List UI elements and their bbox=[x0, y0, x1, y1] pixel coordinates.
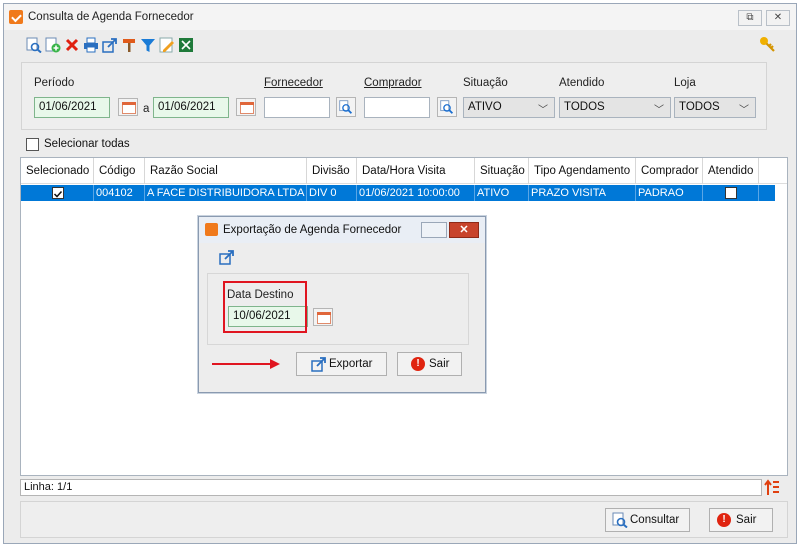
a-label: a bbox=[143, 103, 150, 115]
dialog-sair-button[interactable]: ! Sair bbox=[397, 352, 462, 376]
cell-divisao: DIV 0 bbox=[307, 185, 357, 201]
search-icon bbox=[612, 512, 628, 528]
comprador-input[interactable] bbox=[364, 97, 430, 118]
grid-header: Selecionado Código Razão Social Divisão … bbox=[21, 158, 787, 184]
comprador-search-icon[interactable] bbox=[437, 97, 457, 117]
window-title: Consulta de Agenda Fornecedor bbox=[28, 11, 194, 23]
column-header-data-hora[interactable]: Data/Hora Visita bbox=[357, 158, 475, 184]
situacao-select[interactable]: ATIVO ﹀ bbox=[463, 97, 555, 118]
consultar-button[interactable]: Consultar bbox=[605, 508, 690, 532]
column-header-codigo[interactable]: Código bbox=[94, 158, 145, 184]
atendido-label: Atendido bbox=[559, 77, 605, 89]
comprador-label: Comprador bbox=[364, 77, 422, 89]
sair-button[interactable]: ! Sair bbox=[709, 508, 773, 532]
fornecedor-label: Fornecedor bbox=[264, 77, 323, 89]
delete-icon[interactable] bbox=[64, 37, 80, 53]
date-to-input[interactable]: 01/06/2021 bbox=[153, 97, 229, 118]
atendido-select[interactable]: TODOS ﹀ bbox=[559, 97, 671, 118]
dialog-title-bar: Exportação de Agenda Fornecedor ✕ bbox=[199, 217, 485, 243]
situacao-label: Situação bbox=[463, 77, 508, 89]
add-icon[interactable] bbox=[45, 37, 61, 53]
consultar-label: Consultar bbox=[630, 514, 680, 526]
key-icon[interactable] bbox=[758, 35, 776, 53]
cell-selecionado[interactable] bbox=[21, 185, 94, 201]
row-selected-checkbox[interactable] bbox=[52, 187, 64, 199]
column-header-atendido[interactable]: Atendido bbox=[703, 158, 759, 184]
search-icon[interactable] bbox=[26, 37, 42, 53]
cell-data-hora: 01/06/2021 10:00:00 bbox=[357, 185, 475, 201]
main-window: Consulta de Agenda Fornecedor ⧉ ✕ Períod… bbox=[3, 3, 797, 544]
date-from-input[interactable]: 01/06/2021 bbox=[34, 97, 110, 118]
hammer-icon[interactable] bbox=[121, 37, 137, 53]
row-atendido-checkbox[interactable] bbox=[725, 187, 737, 199]
calendar-from-icon[interactable] bbox=[118, 98, 138, 116]
dialog-restore-button[interactable] bbox=[421, 222, 447, 238]
dialog-sair-label: Sair bbox=[429, 358, 450, 370]
edit-icon[interactable] bbox=[159, 37, 175, 53]
fornecedor-input[interactable] bbox=[264, 97, 330, 118]
title-bar: Consulta de Agenda Fornecedor ⧉ ✕ bbox=[4, 4, 796, 30]
stop-icon: ! bbox=[411, 357, 425, 371]
filter-panel: Período 01/06/2021 a 01/06/2021 Forneced… bbox=[21, 62, 767, 130]
select-all-checkbox[interactable] bbox=[26, 138, 39, 151]
exportar-button[interactable]: Exportar bbox=[296, 352, 387, 376]
chevron-down-icon: ﹀ bbox=[538, 105, 548, 116]
export-icon[interactable] bbox=[219, 249, 235, 265]
column-header-comprador[interactable]: Comprador bbox=[636, 158, 703, 184]
status-bar: Linha: 1/1 bbox=[20, 479, 762, 496]
atendido-value: TODOS bbox=[564, 101, 605, 113]
loja-select[interactable]: TODOS ﹀ bbox=[674, 97, 756, 118]
bottom-panel: Consultar ! Sair bbox=[20, 501, 788, 538]
chevron-down-icon: ﹀ bbox=[654, 105, 664, 116]
stop-icon: ! bbox=[717, 513, 731, 527]
dialog-app-icon[interactable] bbox=[205, 223, 218, 236]
export-icon bbox=[311, 357, 326, 372]
dialog-close-button[interactable]: ✕ bbox=[449, 222, 479, 238]
cell-razao-social: A FACE DISTRIBUIDORA LTDA bbox=[145, 185, 307, 201]
table-row[interactable]: 004102 A FACE DISTRIBUIDORA LTDA DIV 0 0… bbox=[21, 185, 775, 201]
cell-tipo: PRAZO VISITA bbox=[529, 185, 636, 201]
cell-atendido[interactable] bbox=[703, 185, 759, 201]
periodo-label: Período bbox=[34, 77, 75, 89]
close-button[interactable]: ✕ bbox=[766, 10, 790, 26]
print-icon[interactable] bbox=[83, 37, 99, 53]
loja-label: Loja bbox=[674, 77, 696, 89]
sort-icon[interactable] bbox=[764, 478, 780, 496]
column-header-selecionado[interactable]: Selecionado bbox=[21, 158, 94, 184]
export-icon[interactable] bbox=[102, 37, 118, 53]
excel-icon[interactable] bbox=[178, 37, 194, 53]
fornecedor-search-icon[interactable] bbox=[336, 97, 356, 117]
cell-situacao: ATIVO bbox=[475, 185, 529, 201]
filter-icon[interactable] bbox=[140, 37, 156, 53]
calendar-icon[interactable] bbox=[313, 308, 333, 326]
column-header-razao-social[interactable]: Razão Social bbox=[145, 158, 307, 184]
dialog-title: Exportação de Agenda Fornecedor bbox=[223, 224, 402, 236]
checkmark-icon bbox=[53, 190, 63, 198]
cell-comprador: PADRAO bbox=[636, 185, 703, 201]
arrow-annotation bbox=[212, 359, 280, 369]
calendar-to-icon[interactable] bbox=[236, 98, 256, 116]
exportar-label: Exportar bbox=[329, 358, 373, 370]
loja-value: TODOS bbox=[679, 101, 720, 113]
column-header-situacao[interactable]: Situação bbox=[475, 158, 529, 184]
situacao-value: ATIVO bbox=[468, 101, 502, 113]
column-header-tipo-agendamento[interactable]: Tipo Agendamento bbox=[529, 158, 636, 184]
chevron-down-icon: ﹀ bbox=[739, 105, 749, 116]
column-header-divisao[interactable]: Divisão bbox=[307, 158, 357, 184]
select-all-label: Selecionar todas bbox=[44, 138, 130, 150]
restore-button[interactable]: ⧉ bbox=[738, 10, 762, 26]
app-icon[interactable] bbox=[9, 10, 23, 24]
sair-label: Sair bbox=[736, 514, 757, 526]
cell-codigo: 004102 bbox=[94, 185, 145, 201]
highlight-box bbox=[223, 281, 307, 333]
